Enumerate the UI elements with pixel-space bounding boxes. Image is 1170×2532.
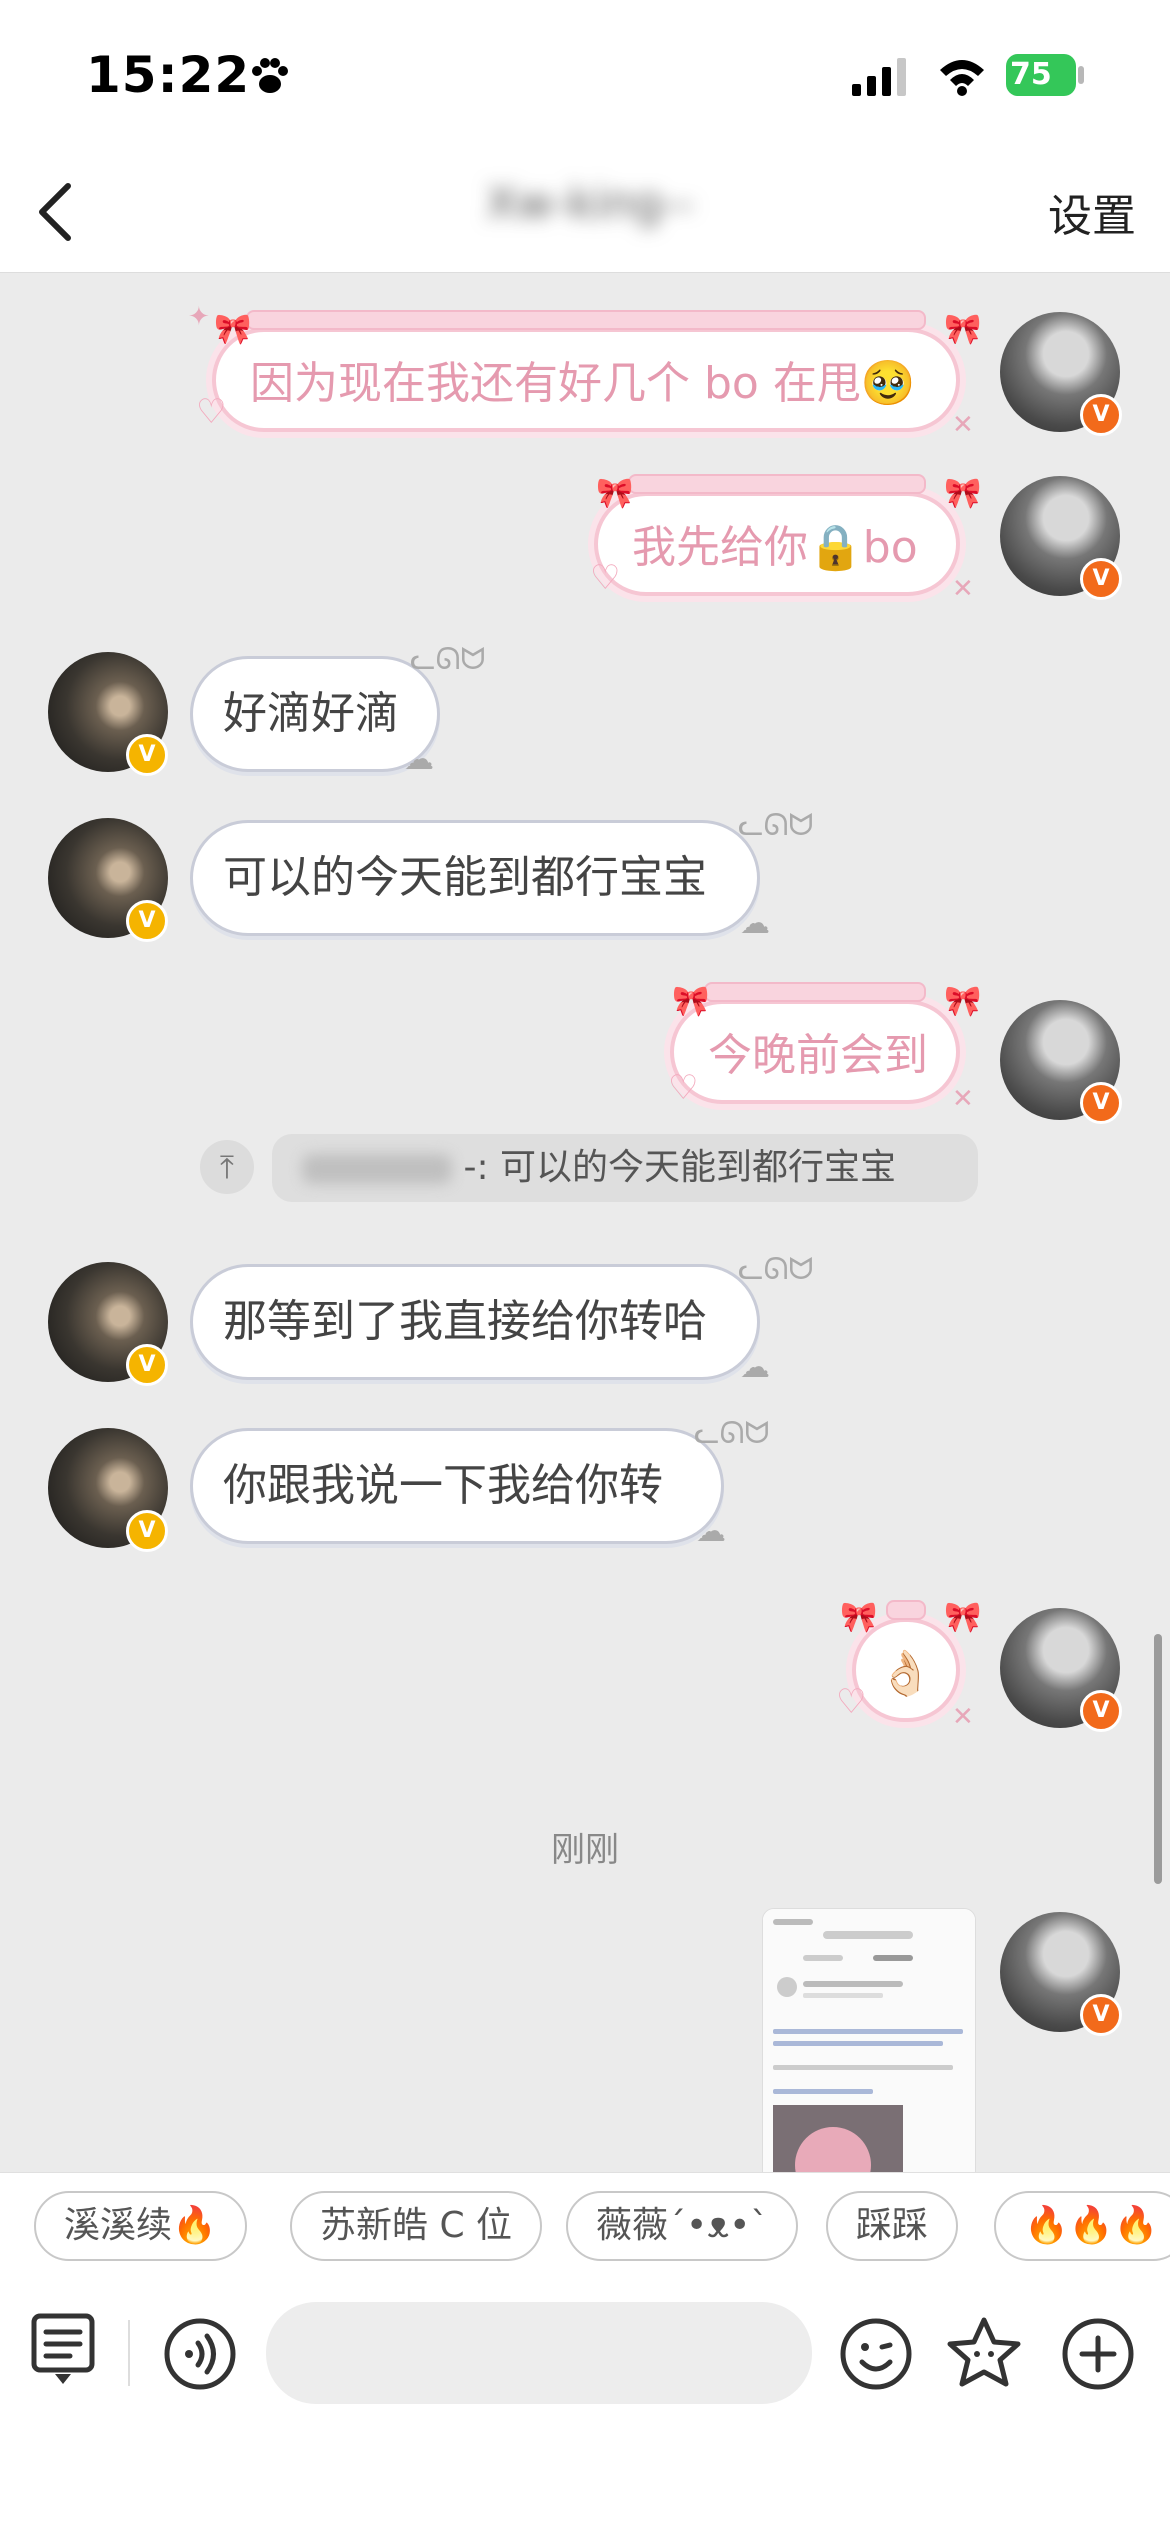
quick-reply-chip[interactable]: 溪溪续🔥 xyxy=(34,2191,247,2261)
verified-badge: V xyxy=(126,1344,168,1386)
message-text: 那等到了我直接给你转哈 xyxy=(223,1296,707,1347)
screenshot-thumbnail[interactable] xyxy=(762,1908,976,2172)
cat-icon: ᓚᘏᗢ xyxy=(410,642,486,677)
sparkle-icon: ✕ xyxy=(952,410,974,440)
heart-icon: ♡ xyxy=(836,1682,867,1722)
divider xyxy=(128,2320,130,2386)
add-icon[interactable] xyxy=(1060,2316,1136,2392)
bow-icon: 🎀 xyxy=(944,984,982,1019)
verified-badge: V xyxy=(1080,394,1122,436)
heart-icon: ♡ xyxy=(196,392,227,432)
pin-top-icon[interactable]: ⤒ xyxy=(200,1140,254,1194)
verified-badge: V xyxy=(1080,1082,1122,1124)
timestamp: 刚刚 xyxy=(551,1830,619,1870)
bow-icon: 🎀 xyxy=(672,984,710,1019)
verified-badge: V xyxy=(1080,1690,1122,1732)
message-bubble-mine[interactable]: 因为现在我还有好几个 bo 在甩🥹 xyxy=(212,310,960,432)
message-text: 今晚前会到 xyxy=(708,1030,928,1081)
verified-badge: V xyxy=(126,734,168,776)
voice-icon[interactable] xyxy=(162,2316,238,2392)
quick-reply-chip[interactable]: 苏新皓 C 位 xyxy=(290,2191,543,2261)
heart-icon: ♡ xyxy=(668,1068,699,1108)
cloud-icon: ☁ xyxy=(740,906,770,941)
battery-level: 75 xyxy=(1010,57,1052,92)
chat-title: Xw-king-- xyxy=(486,178,694,229)
scrollbar[interactable] xyxy=(1154,1634,1162,1884)
emoji-icon[interactable] xyxy=(838,2316,914,2392)
cloud-icon: ☁ xyxy=(696,1514,726,1549)
bow-icon: 🎀 xyxy=(944,312,982,347)
sticker-icon[interactable] xyxy=(944,2314,1024,2394)
settings-button[interactable]: 设置 xyxy=(1048,180,1136,244)
heart-icon: ♡ xyxy=(590,558,621,598)
message-input[interactable] xyxy=(266,2302,812,2404)
verified-badge: V xyxy=(126,900,168,942)
message-text: 我先给你🔒bo xyxy=(632,522,918,573)
quick-reply-chip[interactable]: 踩踩 xyxy=(826,2191,959,2261)
wifi-icon xyxy=(940,60,984,96)
sparkle-icon: ✦ xyxy=(188,302,210,332)
bow-icon: 🎀 xyxy=(944,476,982,511)
quoted-sender-name xyxy=(302,1154,452,1184)
sparkle-icon: ✕ xyxy=(952,1702,974,1732)
message-bubble-other[interactable]: 好滴好滴 xyxy=(190,656,440,772)
message-bubble-mine[interactable]: 我先给你🔒bo xyxy=(594,474,960,596)
message-text: 👌🏻 xyxy=(878,1648,933,1699)
cloud-icon: ☁ xyxy=(404,742,434,777)
status-bar: 15:22 75 xyxy=(0,0,1170,150)
bow-icon: 🎀 xyxy=(596,476,634,511)
message-bubble-other[interactable]: 可以的今天能到都行宝宝 xyxy=(190,820,760,936)
message-text: 因为现在我还有好几个 bo 在甩🥹 xyxy=(250,358,916,409)
verified-badge: V xyxy=(1080,1994,1122,2036)
quick-reply-chip[interactable]: 🔥🔥🔥 xyxy=(994,2191,1170,2261)
status-time: 15:22 xyxy=(86,46,251,104)
quoted-text: -: 可以的今天能到都行宝宝 xyxy=(463,1147,897,1188)
chat-list[interactable]: 因为现在我还有好几个 bo 在甩🥹 🎀 🎀 ♡ ✦ ✕ V 我先给你🔒bo 🎀 … xyxy=(0,272,1170,2172)
menu-icon[interactable] xyxy=(30,2312,100,2392)
bow-icon: 🎀 xyxy=(944,1600,982,1635)
bow-icon: 🎀 xyxy=(214,312,252,347)
thumbnail-preview xyxy=(763,1909,975,2172)
cat-icon: ᓚᘏᗢ xyxy=(738,1252,814,1287)
nav-bar: Xw-king-- 设置 xyxy=(0,150,1170,273)
verified-badge: V xyxy=(1080,558,1122,600)
paw-icon xyxy=(252,58,288,93)
quick-reply-chip[interactable]: 薇薇´•ᴥ•` xyxy=(566,2191,799,2261)
message-text: 好滴好滴 xyxy=(223,688,399,739)
message-text: 你跟我说一下我给你转 xyxy=(223,1460,663,1511)
signal-icon xyxy=(852,58,906,96)
message-bubble-mine[interactable]: 今晚前会到 xyxy=(670,982,960,1104)
message-text: 可以的今天能到都行宝宝 xyxy=(223,852,707,903)
input-bar xyxy=(0,2278,1170,2532)
message-bubble-other[interactable]: 那等到了我直接给你转哈 xyxy=(190,1264,760,1380)
back-arrow-icon[interactable] xyxy=(30,172,90,252)
message-bubble-other[interactable]: 你跟我说一下我给你转 xyxy=(190,1428,724,1544)
bow-icon: 🎀 xyxy=(840,1600,878,1635)
battery-icon: 75 xyxy=(1006,54,1076,96)
cloud-icon: ☁ xyxy=(740,1350,770,1385)
cat-icon: ᓚᘏᗢ xyxy=(738,808,814,843)
battery-cap xyxy=(1078,66,1084,84)
quick-reply-bar: 溪溪续🔥 苏新皓 C 位 薇薇´•ᴥ•` 踩踩 🔥🔥🔥 xyxy=(0,2172,1170,2279)
verified-badge: V xyxy=(126,1510,168,1552)
sparkle-icon: ✕ xyxy=(952,1084,974,1114)
cat-icon: ᓚᘏᗢ xyxy=(694,1416,770,1451)
quoted-message[interactable]: -: 可以的今天能到都行宝宝 xyxy=(272,1134,978,1202)
sparkle-icon: ✕ xyxy=(952,574,974,604)
